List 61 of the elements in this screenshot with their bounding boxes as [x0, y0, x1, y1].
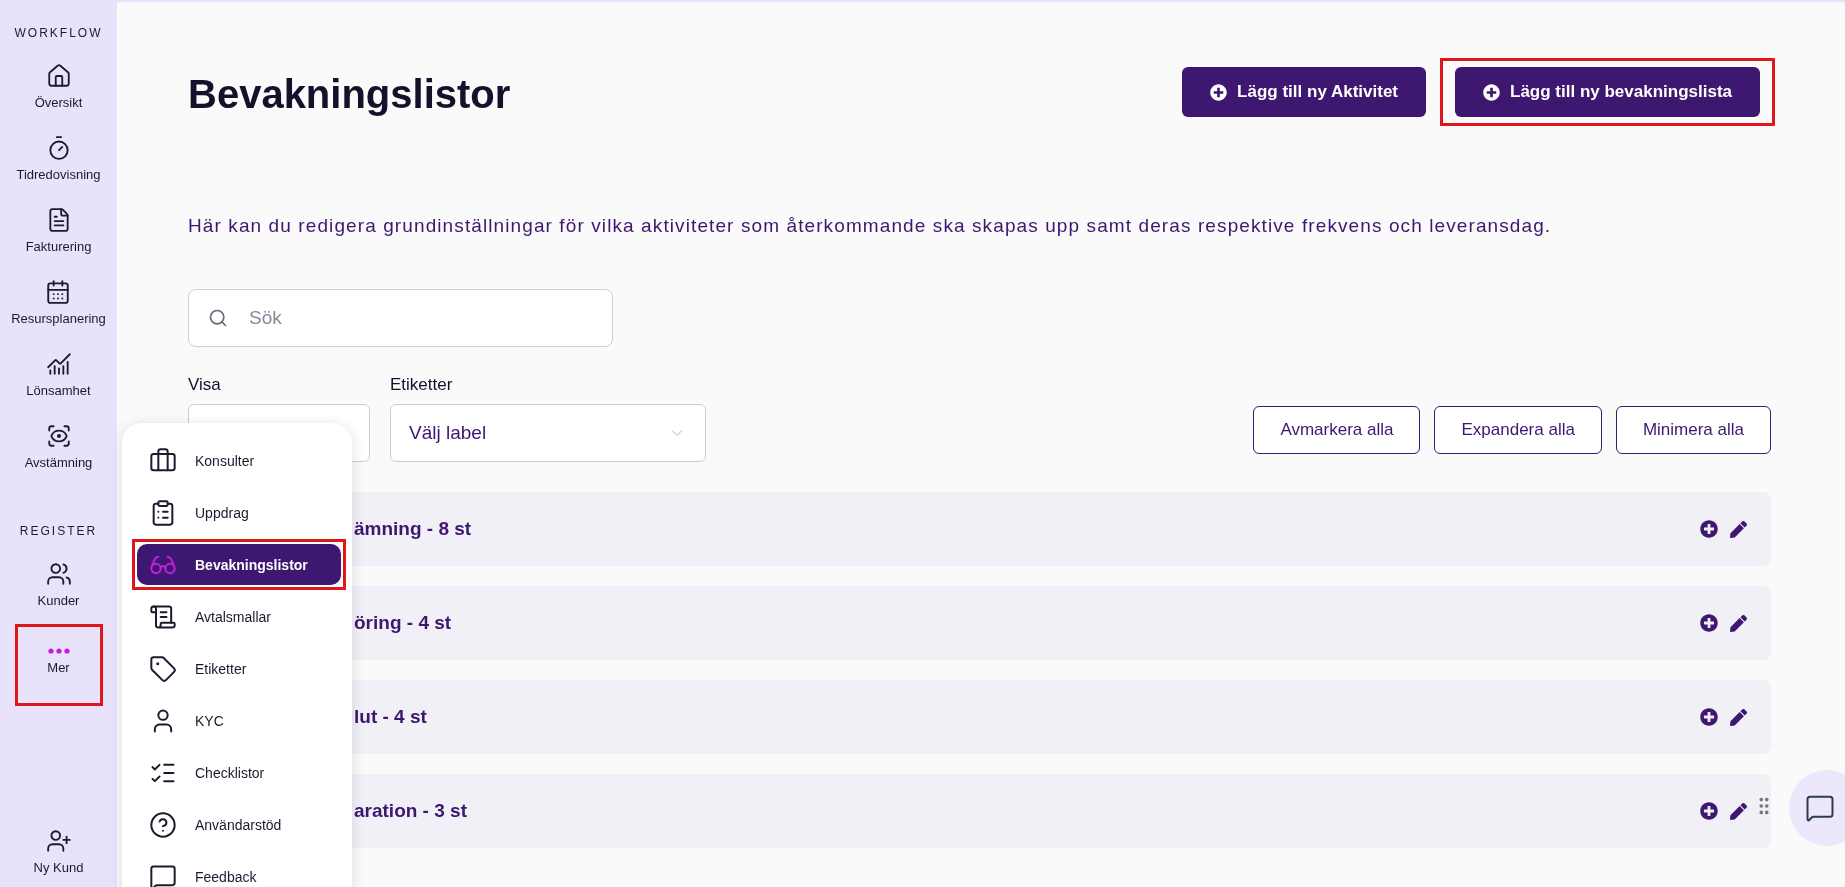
add-button[interactable]: Lägg till ny bevakningslista — [1455, 67, 1760, 117]
plus-icon — [1210, 83, 1228, 101]
list-row[interactable]: öring - 4 st — [352, 586, 1771, 660]
action-button[interactable]: Minimera alla — [1615, 406, 1771, 454]
list-title: öring - 4 st — [354, 612, 453, 634]
list-row[interactable]: aration - 3 st — [352, 774, 1771, 848]
add-button[interactable]: Lägg till ny Aktivitet — [1182, 67, 1426, 117]
filter-label: Visa — [188, 375, 222, 395]
help-icon — [149, 810, 177, 839]
nav-item[interactable]: Ny Kund — [19, 819, 98, 885]
search-icon — [208, 308, 228, 328]
nav-item[interactable]: Resursplanering — [11, 270, 106, 336]
nav-item[interactable]: Översikt — [19, 54, 98, 120]
chart-icon — [45, 351, 72, 377]
menu-item[interactable]: Konsulter — [137, 440, 341, 481]
menu-item[interactable]: Avtalsmallar — [137, 596, 341, 637]
nav-item[interactable]: Tidredovisning — [16, 126, 101, 192]
page-title: Bevakningslistor — [188, 72, 511, 117]
calendar-icon — [45, 279, 72, 305]
speech-bubble-icon — [1805, 793, 1835, 823]
chat-button[interactable] — [1789, 770, 1845, 846]
nav-item[interactable]: Kunder — [19, 552, 98, 618]
menu-item[interactable]: Bevakningslistor — [137, 544, 341, 585]
filter-label: Etiketter — [390, 375, 454, 395]
section-heading: WORKFLOW — [14, 26, 103, 40]
add-icon[interactable] — [1700, 614, 1718, 632]
tag-icon — [149, 654, 177, 683]
description-text: Här kan du redigera grundinställningar för vilka aktiviteter som återkommande ska skapas upp samt deras respektive frekvens och leveransdag. — [188, 215, 1553, 237]
eye-icon — [45, 423, 72, 449]
nav-item[interactable]: Lönsamhet — [19, 342, 98, 408]
nav-item[interactable]: Avstämning — [19, 414, 98, 480]
add-icon[interactable] — [1700, 802, 1718, 820]
list-row[interactable]: ämning - 8 st — [352, 492, 1771, 566]
action-button[interactable]: Avmarkera alla — [1253, 406, 1421, 454]
dots-icon — [47, 648, 70, 654]
menu-item[interactable]: Användarstöd — [137, 804, 341, 845]
menu-item[interactable]: Feedback — [137, 856, 341, 887]
house-icon — [45, 63, 72, 89]
menu-item[interactable]: Etiketter — [137, 648, 341, 689]
list-row[interactable]: lut - 4 st — [352, 680, 1771, 754]
pencil-icon[interactable] — [1730, 614, 1747, 632]
list-title: ämning - 8 st — [354, 518, 473, 540]
section-heading: REGISTER — [19, 524, 98, 538]
menu-item[interactable]: Uppdrag — [137, 492, 341, 533]
list-title: lut - 4 st — [354, 706, 428, 728]
search-field[interactable]: Sök — [188, 289, 613, 347]
pencil-icon[interactable] — [1730, 708, 1747, 726]
action-button[interactable]: Expandera alla — [1434, 406, 1602, 454]
nav-item[interactable]: Fakturering — [19, 198, 98, 264]
user-plus-icon — [45, 828, 72, 854]
pencil-icon[interactable] — [1730, 520, 1747, 538]
dropdown[interactable]: Välj label — [390, 404, 706, 462]
add-icon[interactable] — [1700, 520, 1718, 538]
nav-item[interactable]: Mer — [19, 629, 98, 695]
list-title: aration - 3 st — [354, 800, 468, 822]
people-icon — [45, 561, 72, 587]
pencil-icon[interactable] — [1730, 802, 1747, 820]
menu-item[interactable]: KYC — [137, 700, 341, 741]
plus-icon — [1483, 83, 1500, 101]
menu-item[interactable]: Checklistor — [137, 752, 341, 793]
add-icon[interactable] — [1700, 708, 1718, 726]
